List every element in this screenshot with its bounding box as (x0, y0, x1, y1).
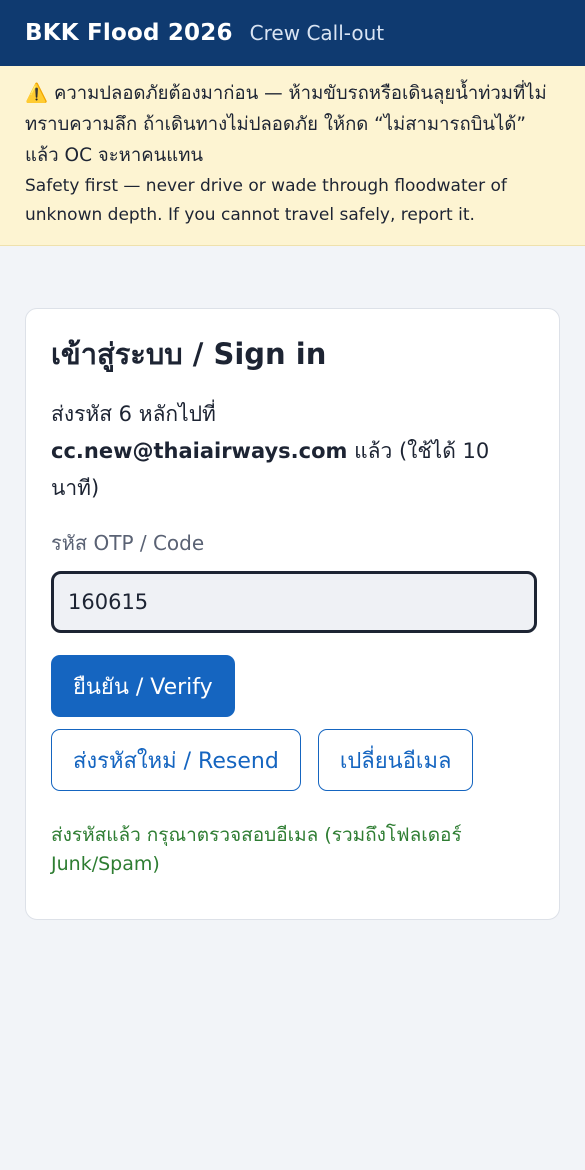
app-subtitle: Crew Call-out (249, 21, 385, 45)
app-header: BKK Flood 2026 Crew Call-out (0, 0, 585, 66)
safety-message-thai: ⚠️ ความปลอดภัยต้องมาก่อน — ห้ามขับรถหรือ… (25, 78, 560, 171)
signin-title: เข้าสู่ระบบ / Sign in (51, 337, 327, 371)
safety-text-thai: ความปลอดภัยต้องมาก่อน — ห้ามขับรถหรือเดิ… (25, 83, 547, 166)
change-email-button[interactable]: เปลี่ยนอีเมล (317, 729, 474, 791)
signin-card: เข้าสู่ระบบ / Sign in ส่งรหัส 6 หลักไปที… (25, 308, 560, 920)
recipient-email: cc.new@thaiairways.com (51, 439, 348, 463)
secondary-actions: ส่งรหัสใหม่ / Resend เปลี่ยนอีเมล (51, 729, 534, 791)
status-message: ส่งรหัสแล้ว กรุณาตรวจสอบอีเมล (รวมถึงโฟล… (51, 824, 462, 875)
otp-label: รหัส OTP / Code (51, 531, 205, 555)
safety-message-english: Safety first — never drive or wade throu… (25, 176, 507, 225)
warning-icon: ⚠️ (25, 83, 49, 104)
resend-button[interactable]: ส่งรหัสใหม่ / Resend (51, 729, 301, 791)
safety-banner: ⚠️ ความปลอดภัยต้องมาก่อน — ห้ามขับรถหรือ… (0, 66, 585, 246)
otp-input[interactable] (51, 571, 537, 633)
verify-button[interactable]: ยืนยัน / Verify (51, 655, 235, 717)
instruction-prefix: ส่งรหัส 6 หลักไปที่ (51, 402, 216, 426)
otp-instructions: ส่งรหัส 6 หลักไปที่ cc.new@thaiairways.co… (51, 396, 534, 507)
app-title: BKK Flood 2026 (25, 20, 233, 46)
